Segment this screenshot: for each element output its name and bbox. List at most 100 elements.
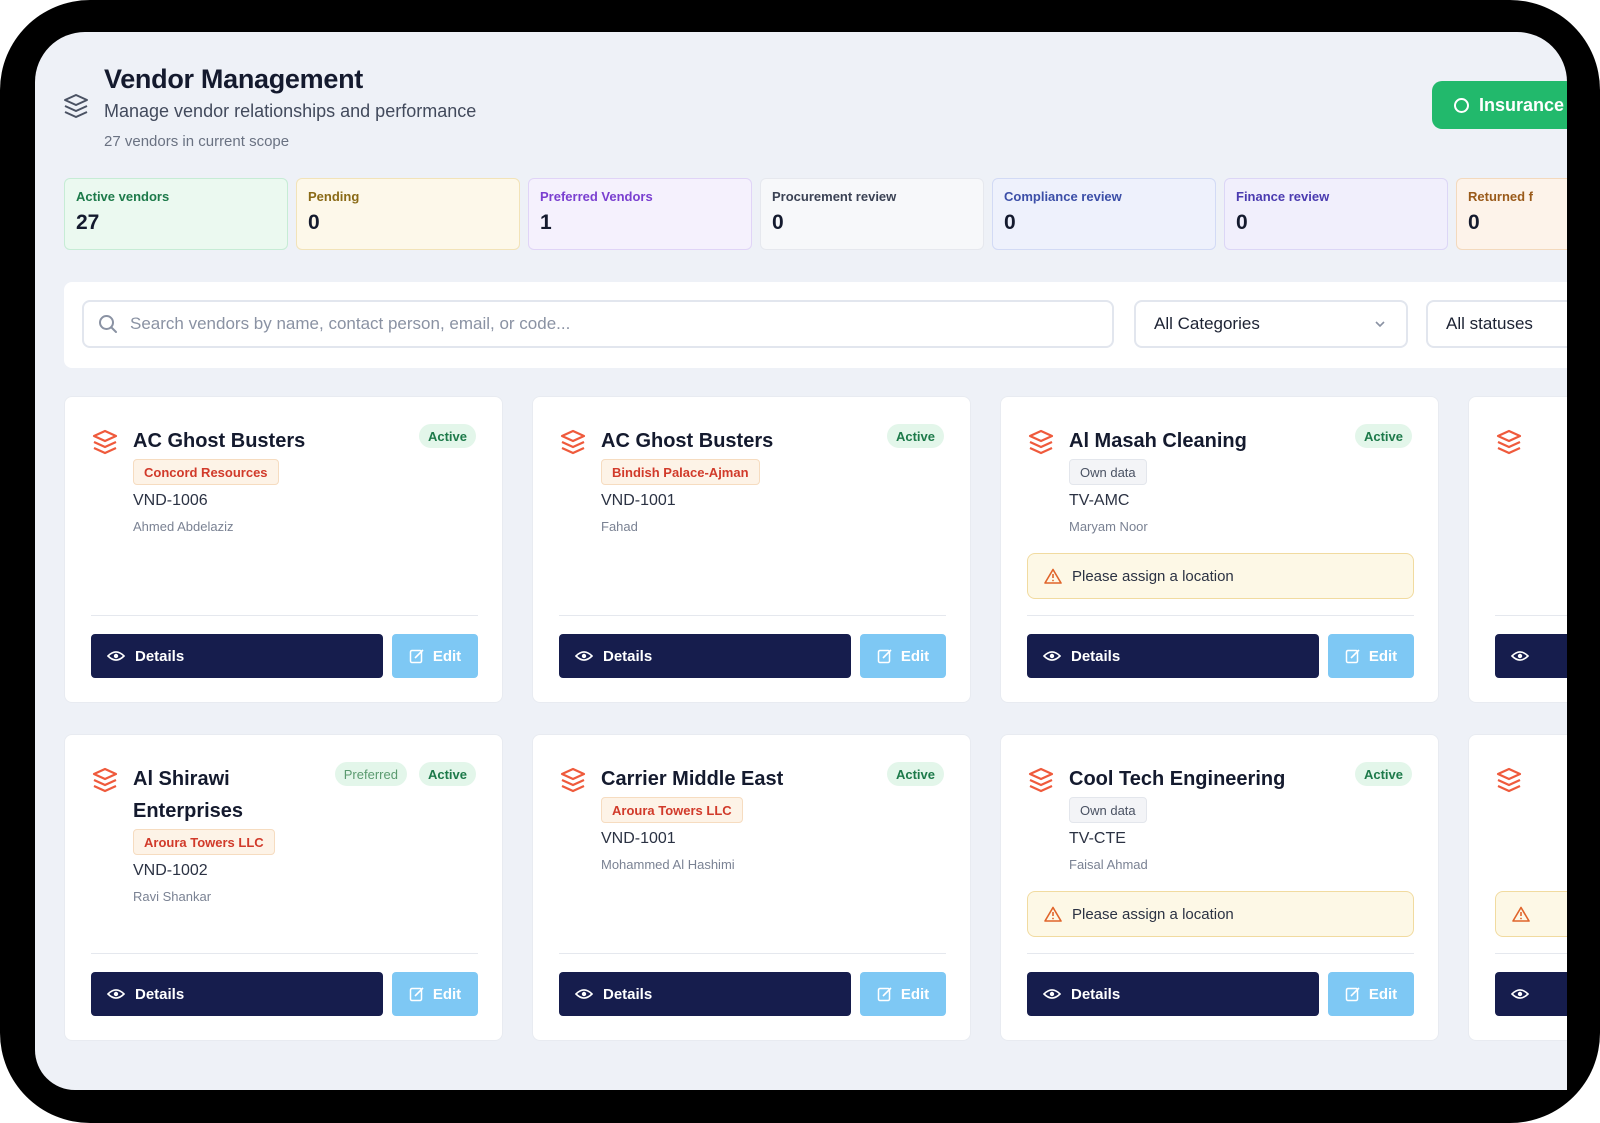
edit-button[interactable]: Edit bbox=[860, 634, 946, 678]
edit-icon bbox=[409, 649, 424, 664]
details-button-label: Details bbox=[1071, 647, 1121, 665]
details-button-label: Details bbox=[135, 985, 185, 1003]
edit-button[interactable]: Edit bbox=[392, 634, 478, 678]
details-button[interactable]: Details bbox=[1027, 972, 1319, 1016]
vendor-layers-icon bbox=[1028, 767, 1054, 793]
details-button[interactable]: Details bbox=[559, 972, 851, 1016]
details-button-label: Details bbox=[603, 985, 653, 1003]
vendor-name[interactable]: AC Ghost Busters bbox=[133, 425, 305, 457]
vendor-code: VND-1006 bbox=[133, 492, 208, 509]
vendor-code: VND-1002 bbox=[133, 862, 208, 879]
insurance-button[interactable]: Insurance bbox=[1432, 81, 1567, 129]
category-select[interactable]: All Categories bbox=[1134, 300, 1408, 348]
stat-label: Preferred Vendors bbox=[540, 189, 653, 204]
edit-button[interactable]: Edit bbox=[1328, 972, 1414, 1016]
stat-procurement-review[interactable]: Procurement review 0 bbox=[760, 178, 984, 250]
stat-pending[interactable]: Pending 0 bbox=[296, 178, 520, 250]
vendor-org-tag: Aroura Towers LLC bbox=[133, 829, 275, 855]
location-warning: Please assign a location bbox=[1027, 891, 1414, 937]
edit-button[interactable]: Edit bbox=[1328, 634, 1414, 678]
vendor-layers-icon bbox=[1496, 429, 1522, 455]
warning-text: Please assign a location bbox=[1072, 567, 1234, 585]
details-button[interactable]: Details bbox=[1027, 634, 1319, 678]
edit-icon bbox=[409, 987, 424, 1002]
status-badge: Active bbox=[418, 762, 476, 786]
vendor-layers-icon bbox=[1028, 429, 1054, 455]
page-subtitle: Manage vendor relationships and performa… bbox=[104, 101, 477, 121]
eye-icon bbox=[107, 989, 125, 999]
stat-compliance-review[interactable]: Compliance review 0 bbox=[992, 178, 1216, 250]
insurance-button-label: Insurance bbox=[1479, 94, 1565, 115]
vendor-name-line: Enterprises bbox=[133, 800, 244, 822]
vendor-code: VND-1001 bbox=[601, 492, 676, 509]
chevron-down-icon bbox=[1375, 321, 1385, 328]
stat-label: Finance review bbox=[1236, 189, 1330, 204]
stat-returned[interactable]: Returned f 0 bbox=[1456, 178, 1567, 250]
stat-value: 0 bbox=[1468, 211, 1480, 234]
search-placeholder: Search vendors by name, contact person, … bbox=[130, 314, 571, 333]
card-divider bbox=[559, 615, 946, 616]
stat-preferred-vendors[interactable]: Preferred Vendors 1 bbox=[528, 178, 752, 250]
search-icon bbox=[99, 315, 117, 333]
vendor-contact: Ahmed Abdelaziz bbox=[133, 519, 234, 534]
card-divider bbox=[559, 953, 946, 954]
circle-icon bbox=[1454, 97, 1469, 113]
page-title: Vendor Management bbox=[104, 64, 363, 94]
edit-icon bbox=[877, 987, 892, 1002]
edit-button-label: Edit bbox=[432, 647, 462, 665]
status-badge: Active bbox=[886, 424, 944, 448]
vendor-name[interactable]: Cool Tech Engineering bbox=[1069, 763, 1285, 795]
status-badge: Active bbox=[418, 424, 476, 448]
eye-icon bbox=[1043, 989, 1061, 999]
status-badge: Active bbox=[1354, 762, 1412, 786]
vendor-card: Al Shirawi Enterprises Preferred Active … bbox=[64, 734, 503, 1041]
vendor-card: Al Masah Cleaning Active Own data TV-AMC… bbox=[1000, 396, 1439, 703]
location-warning bbox=[1495, 891, 1567, 937]
edit-button-label: Edit bbox=[432, 985, 462, 1003]
stat-finance-review[interactable]: Finance review 0 bbox=[1224, 178, 1448, 250]
status-select-value: All statuses bbox=[1446, 314, 1533, 333]
card-divider bbox=[1495, 615, 1567, 616]
stat-active-vendors[interactable]: Active vendors 27 bbox=[64, 178, 288, 250]
vendor-contact: Ravi Shankar bbox=[133, 889, 212, 904]
vendor-card: AC Ghost Busters Active Concord Resource… bbox=[64, 396, 503, 703]
details-button[interactable]: Details bbox=[559, 634, 851, 678]
vendor-card: Cool Tech Engineering Active Own data TV… bbox=[1000, 734, 1439, 1041]
edit-icon bbox=[1345, 987, 1360, 1002]
details-button[interactable] bbox=[1495, 634, 1567, 678]
card-divider bbox=[1027, 615, 1414, 616]
stat-label: Compliance review bbox=[1004, 189, 1122, 204]
vendor-card: AC Ghost Busters Active Bindish Palace-A… bbox=[532, 396, 971, 703]
edit-button[interactable]: Edit bbox=[392, 972, 478, 1016]
stat-label: Returned f bbox=[1468, 189, 1533, 204]
warning-icon bbox=[1512, 906, 1530, 922]
details-button[interactable] bbox=[1495, 972, 1567, 1016]
details-button-label: Details bbox=[135, 647, 185, 665]
vendor-org-tag: Concord Resources bbox=[133, 459, 279, 485]
vendor-card bbox=[1468, 734, 1567, 1041]
search-input[interactable]: Search vendors by name, contact person, … bbox=[82, 300, 1114, 348]
vendor-card: Carrier Middle East Active Aroura Towers… bbox=[532, 734, 971, 1041]
details-button[interactable]: Details bbox=[91, 634, 383, 678]
status-select[interactable]: All statuses bbox=[1426, 300, 1567, 348]
vendor-contact: Fahad bbox=[601, 519, 638, 534]
layers-icon bbox=[64, 94, 88, 118]
location-warning: Please assign a location bbox=[1027, 553, 1414, 599]
edit-button-label: Edit bbox=[900, 647, 930, 665]
vendor-name[interactable]: AC Ghost Busters bbox=[601, 425, 773, 457]
edit-button-label: Edit bbox=[1368, 647, 1398, 665]
vendor-name[interactable]: Al Masah Cleaning bbox=[1069, 425, 1247, 457]
vendor-card bbox=[1468, 396, 1567, 703]
edit-button[interactable]: Edit bbox=[860, 972, 946, 1016]
eye-icon bbox=[1511, 989, 1529, 999]
vendor-name[interactable]: Al Shirawi Enterprises bbox=[133, 763, 243, 827]
details-button-label: Details bbox=[1071, 985, 1121, 1003]
vendor-layers-icon bbox=[92, 429, 118, 455]
vendor-name[interactable]: Carrier Middle East bbox=[601, 763, 783, 795]
vendor-contact: Mohammed Al Hashimi bbox=[601, 857, 735, 872]
vendor-layers-icon bbox=[560, 767, 586, 793]
edit-button-label: Edit bbox=[900, 985, 930, 1003]
stat-value: 0 bbox=[1236, 211, 1248, 234]
details-button[interactable]: Details bbox=[91, 972, 383, 1016]
stat-label: Procurement review bbox=[772, 189, 897, 204]
